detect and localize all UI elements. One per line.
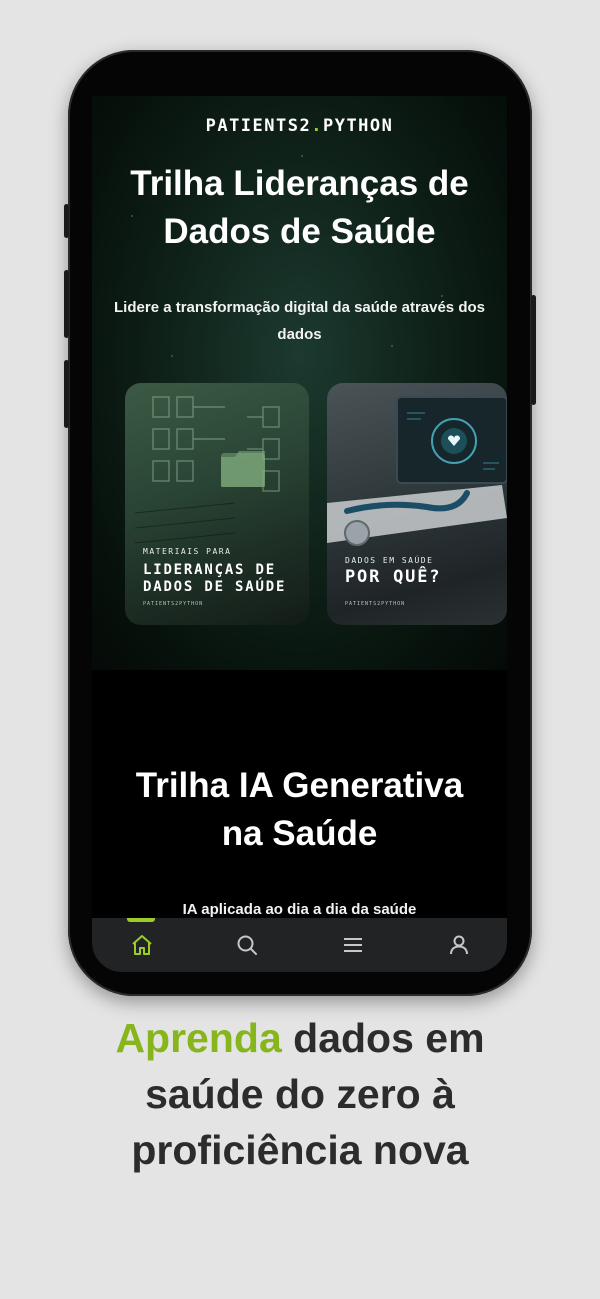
nav-home[interactable] bbox=[128, 931, 156, 959]
track2-title-line1: Trilha IA Generativa bbox=[135, 766, 464, 805]
phone-volume-up-button bbox=[64, 270, 69, 338]
app-screen: PATIENTS2.PYTHON Trilha Lideranças de Da… bbox=[92, 96, 507, 972]
track1-title-line2: Dados de Saúde bbox=[163, 212, 436, 251]
app-logo: PATIENTS2.PYTHON bbox=[205, 116, 394, 136]
track2-title-line2: na Saúde bbox=[221, 814, 378, 853]
track1-subtitle-line1: Lidere a transformação digital da saúde … bbox=[114, 299, 485, 316]
card1-title-line2: DADOS DE SAÚDE bbox=[143, 579, 287, 595]
card1-kicker: MATERIAIS PARA bbox=[143, 547, 232, 556]
profile-icon bbox=[450, 935, 468, 955]
hero-section: PATIENTS2.PYTHON Trilha Lideranças de Da… bbox=[92, 96, 507, 670]
card1-footer: PATIENTS2PYTHON bbox=[143, 601, 204, 607]
phone-side-button bbox=[64, 204, 69, 238]
search-icon bbox=[237, 935, 257, 955]
card1-title-line1: LIDERANÇAS DE bbox=[143, 562, 276, 578]
card2-kicker: DADOS EM SAÚDE bbox=[345, 556, 434, 565]
caption-line1: Aprenda dados em bbox=[115, 1015, 485, 1061]
track1-card-why-data[interactable]: DADOS EM SAÚDE POR QUÊ? PATIENTS2PYTHON bbox=[327, 383, 507, 625]
track1-subtitle-line2: dados bbox=[277, 326, 322, 343]
home-icon bbox=[132, 935, 152, 955]
caption-line2: saúde do zero à bbox=[145, 1071, 455, 1117]
track1-card-leadership[interactable]: MATERIAIS PARA LIDERANÇAS DE DADOS DE SA… bbox=[125, 383, 309, 625]
menu-icon bbox=[344, 938, 362, 952]
laptop-stethoscope-illustration bbox=[327, 396, 507, 546]
phone-power-button bbox=[531, 295, 536, 405]
nav-active-indicator bbox=[127, 918, 155, 922]
nav-search[interactable] bbox=[233, 931, 261, 959]
card2-footer: PATIENTS2PYTHON bbox=[345, 601, 406, 607]
nav-menu[interactable] bbox=[339, 931, 367, 959]
marketing-caption: Aprenda dados em saúde do zero à profici… bbox=[0, 1010, 600, 1178]
caption-line3: proficiência nova bbox=[131, 1127, 469, 1173]
card2-title: POR QUÊ? bbox=[345, 567, 442, 587]
phone-volume-down-button bbox=[64, 360, 69, 428]
caption-highlight: Aprenda bbox=[115, 1015, 282, 1061]
nav-profile[interactable] bbox=[445, 931, 473, 959]
track1-title-line1: Trilha Lideranças de bbox=[130, 164, 469, 203]
